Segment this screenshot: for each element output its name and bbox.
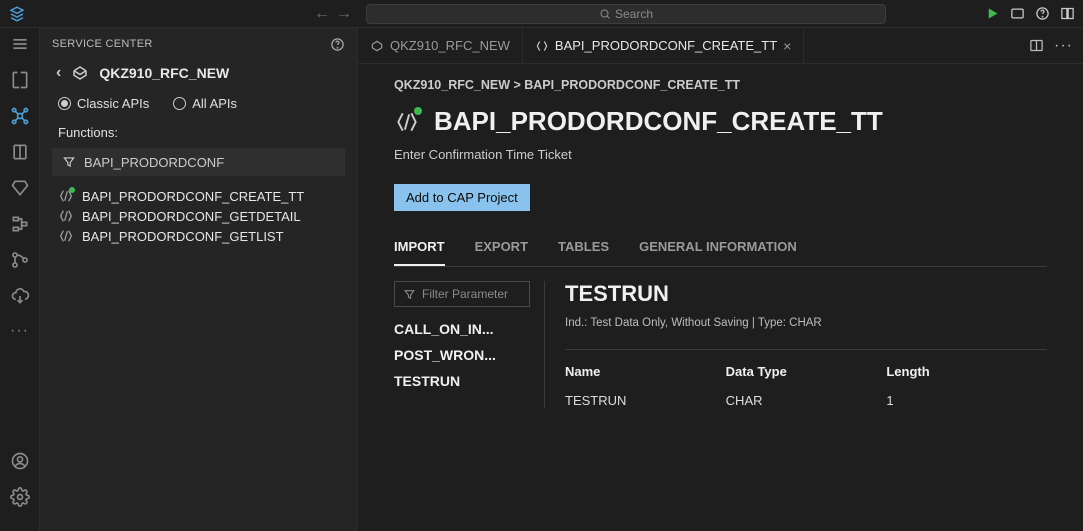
- panel-title: SERVICE CENTER: [52, 38, 153, 50]
- page-subtitle: Enter Confirmation Time Ticket: [394, 147, 1047, 162]
- function-icon: [58, 188, 74, 204]
- title-bar: ← → Search: [0, 0, 1083, 28]
- storyboard-icon[interactable]: [10, 142, 30, 162]
- function-item[interactable]: BAPI_PRODORDCONF_GETDETAIL: [40, 206, 357, 226]
- more-actions-icon[interactable]: ···: [1054, 37, 1073, 55]
- more-icon[interactable]: ···: [10, 322, 29, 340]
- function-icon: [535, 39, 549, 53]
- functions-filter-input[interactable]: [84, 155, 335, 170]
- account-icon[interactable]: [10, 451, 30, 471]
- project-name: QKZ910_RFC_NEW: [99, 65, 229, 81]
- service-center-icon[interactable]: [10, 106, 30, 126]
- app-logo-icon: [8, 5, 26, 23]
- system-icon: [71, 64, 89, 82]
- search-icon: [599, 8, 611, 20]
- panel-icon[interactable]: [1010, 6, 1025, 21]
- source-control-icon[interactable]: [10, 250, 30, 270]
- run-icon[interactable]: [985, 6, 1000, 21]
- page-title: BAPI_PRODORDCONF_CREATE_TT: [434, 106, 883, 137]
- cloud-download-icon[interactable]: [10, 286, 30, 306]
- add-to-cap-button[interactable]: Add to CAP Project: [394, 184, 530, 211]
- outline-icon[interactable]: [10, 214, 30, 234]
- editor-tab-active[interactable]: BAPI_PRODORDCONF_CREATE_TT ×: [523, 28, 804, 63]
- help-icon[interactable]: [1035, 6, 1050, 21]
- function-item[interactable]: BAPI_PRODORDCONF_GETLIST: [40, 226, 357, 246]
- function-large-icon: [394, 109, 420, 135]
- editor-tab[interactable]: QKZ910_RFC_NEW: [358, 28, 523, 63]
- param-item-selected[interactable]: TESTRUN: [394, 373, 530, 389]
- radio-checked-icon: [58, 97, 71, 110]
- close-icon[interactable]: ×: [783, 38, 791, 54]
- diamond-icon[interactable]: [10, 178, 30, 198]
- explorer-icon[interactable]: [10, 70, 30, 90]
- tab-tables[interactable]: TABLES: [558, 239, 609, 266]
- functions-filter[interactable]: [52, 148, 345, 176]
- tab-general-information[interactable]: GENERAL INFORMATION: [639, 239, 797, 266]
- filter-icon: [403, 288, 416, 301]
- param-item[interactable]: CALL_ON_IN...: [394, 321, 530, 337]
- parameter-filter-placeholder: Filter Parameter: [422, 287, 508, 301]
- tab-import[interactable]: IMPORT: [394, 239, 445, 266]
- functions-label: Functions:: [40, 121, 357, 144]
- tab-export[interactable]: EXPORT: [475, 239, 528, 266]
- editor-area: QKZ910_RFC_NEW BAPI_PRODORDCONF_CREATE_T…: [358, 28, 1083, 531]
- param-item[interactable]: POST_WRON...: [394, 347, 530, 363]
- function-icon: [58, 228, 74, 244]
- search-placeholder: Search: [615, 7, 653, 21]
- filter-icon: [62, 155, 76, 169]
- properties-row: TESTRUN CHAR 1: [565, 393, 1047, 408]
- radio-classic-apis[interactable]: Classic APIs: [58, 96, 149, 111]
- radio-all-apis[interactable]: All APIs: [173, 96, 237, 111]
- properties-header: Name Data Type Length: [565, 364, 1047, 379]
- parameter-filter[interactable]: Filter Parameter: [394, 281, 530, 307]
- activity-bar: ···: [0, 28, 40, 531]
- param-description: Ind.: Test Data Only, Without Saving | T…: [565, 317, 1047, 329]
- breadcrumb: QKZ910_RFC_NEW > BAPI_PRODORDCONF_CREATE…: [394, 78, 1047, 92]
- function-icon: [58, 208, 74, 224]
- function-item[interactable]: BAPI_PRODORDCONF_CREATE_TT: [40, 186, 357, 206]
- system-icon: [370, 39, 384, 53]
- menu-icon[interactable]: [10, 34, 30, 54]
- panel-help-icon[interactable]: [330, 37, 345, 52]
- layout-icon[interactable]: [1060, 6, 1075, 21]
- param-title: TESTRUN: [565, 281, 1047, 307]
- radio-unchecked-icon: [173, 97, 186, 110]
- split-editor-icon[interactable]: [1029, 38, 1044, 53]
- side-panel: SERVICE CENTER ‹ QKZ910_RFC_NEW Classic …: [40, 28, 358, 531]
- nav-forward-icon[interactable]: →: [336, 6, 352, 22]
- settings-gear-icon[interactable]: [10, 487, 30, 507]
- search-input[interactable]: Search: [366, 4, 886, 24]
- nav-back-icon[interactable]: ←: [314, 6, 330, 22]
- back-icon[interactable]: ‹: [56, 64, 61, 82]
